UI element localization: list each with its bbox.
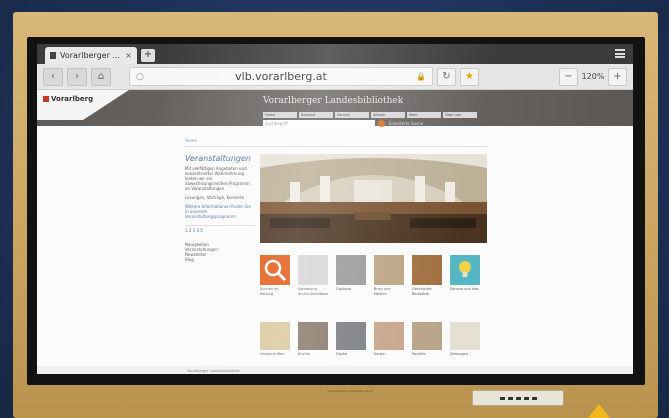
zoom-out-button[interactable]: −: [559, 67, 578, 86]
events-pager[interactable]: 1 2 3 4 5: [185, 225, 255, 233]
monitor-chin-text: Vorarlberger Landesbibliothek: [327, 389, 373, 393]
tile-caption: Porträts: [412, 352, 426, 356]
logo-text: Vorarlberg: [51, 95, 94, 103]
history-tile-image: [412, 255, 442, 285]
laptop-tile-image: [336, 322, 366, 350]
breadcrumb[interactable]: Home: [185, 138, 197, 143]
map-tile-image: [374, 322, 404, 350]
lightbulb-icon: [459, 261, 471, 277]
tiles-row-2: Handschriften Bücher Digital Karten Port…: [260, 322, 480, 357]
page-footer: [37, 366, 633, 374]
favicon-icon: [50, 52, 56, 59]
events-link[interactable]: Weitere Informationen finden Sie in unse…: [185, 204, 255, 219]
main-nav: Home Bestand Service Wissen Mehr Über un…: [263, 112, 477, 118]
events-link-text[interactable]: Weitere Informationen finden Sie in unse…: [185, 204, 251, 219]
web-page: Vorarlberg Vorarlberger Landesbibliothek…: [37, 90, 633, 374]
zoom-controls: − 120% +: [559, 67, 627, 86]
tile[interactable]: Handschriften: [260, 322, 290, 357]
footer-text: Vorarlberger Landesbibliothek: [187, 369, 240, 373]
coat-of-arms-icon: [43, 96, 49, 102]
keyboard-tile-image: [298, 255, 328, 285]
forward-button[interactable]: ›: [67, 67, 87, 86]
tile[interactable]: Service und Info: [450, 255, 480, 296]
control-button[interactable]: [523, 396, 529, 400]
tile-caption: Zeitungen: [450, 352, 468, 356]
nav-item[interactable]: Über uns: [443, 112, 477, 118]
close-tab-icon[interactable]: ×: [125, 51, 132, 60]
tile-caption: Digitales: [336, 287, 352, 291]
tile[interactable]: Buch und Medien: [374, 255, 404, 296]
divider: [185, 146, 487, 147]
books-row2-tile-image: [298, 322, 328, 350]
tile[interactable]: Porträts: [412, 322, 442, 357]
books-tile-image: [374, 255, 404, 285]
tile-caption: Sammlung Archiv Nachlässe: [298, 287, 328, 296]
tile-caption: Geschichte Bibliothek: [412, 287, 432, 296]
site-title: Vorarlberger Landesbibliothek: [263, 96, 404, 106]
events-paragraph: Mit vielfältigen Angeboten und konzentri…: [185, 166, 250, 191]
tile-caption: Bücher: [298, 352, 311, 356]
nav-item[interactable]: Service: [335, 112, 369, 118]
tab-bar: Vorarlberger ... × +: [37, 44, 633, 64]
portrait-tile-image: [412, 322, 442, 350]
tile-caption: Suchen im Katalog: [260, 287, 279, 296]
advanced-search-link[interactable]: Erweiterte Suche: [389, 121, 423, 126]
events-sidebar: Veranstaltungen Mit vielfältigen Angebot…: [185, 154, 255, 233]
tile-caption: Service und Info: [450, 287, 479, 291]
tile[interactable]: Digitales: [336, 255, 366, 296]
tile[interactable]: Sammlung Archiv Nachlässe: [298, 255, 328, 296]
newspaper-tile-image: [450, 322, 480, 350]
tile-caption: Buch und Medien: [374, 287, 391, 296]
home-button[interactable]: ⌂: [91, 67, 111, 86]
bookmark-star-button[interactable]: ★: [460, 67, 479, 86]
lightbulb-tile-icon: [450, 255, 480, 285]
events-heading: Veranstaltungen: [185, 154, 251, 163]
browser-tab[interactable]: Vorarlberger ... ×: [45, 47, 137, 64]
site-search-button[interactable]: [378, 120, 385, 127]
tile[interactable]: Karten: [374, 322, 404, 357]
site-logo[interactable]: Vorarlberg: [37, 90, 129, 120]
nav-item[interactable]: Bestand: [299, 112, 333, 118]
tile[interactable]: Suchen im Katalog: [260, 255, 290, 296]
nav-item[interactable]: Wissen: [371, 112, 405, 118]
site-search-input[interactable]: Suchbegriff: [263, 120, 375, 127]
tile[interactable]: Zeitungen: [450, 322, 480, 357]
browser-toolbar: ‹ › ⌂ ○ vlb.vorarlberg.at 🔒 ↻ ★ − 120% +: [37, 64, 633, 90]
sidebar-link[interactable]: Blog: [185, 257, 218, 262]
reload-button[interactable]: ↻: [437, 67, 456, 86]
nav-item[interactable]: Mehr: [407, 112, 441, 118]
zoom-level: 120%: [581, 72, 605, 81]
sidebar-links: Neuigkeiten Veranstaltungen Newsletter B…: [185, 242, 218, 262]
tile[interactable]: Digital: [336, 322, 366, 357]
nav-item[interactable]: Home: [263, 112, 297, 118]
tiles-row-1: Suchen im Katalog Sammlung Archiv Nachlä…: [260, 255, 480, 296]
control-button[interactable]: [515, 396, 521, 400]
control-button[interactable]: [507, 396, 513, 400]
events-subtext: Lesungen, Vorträge, Konzerte: [185, 195, 245, 200]
library-hall-photo: [260, 154, 487, 243]
magnifier-tile-icon: [260, 255, 290, 285]
monitor-control-panel[interactable]: [472, 390, 564, 406]
control-button[interactable]: [499, 396, 505, 400]
manuscript-tile-image: [260, 322, 290, 350]
tile-caption: Karten: [374, 352, 386, 356]
url-text: vlb.vorarlberg.at: [235, 70, 327, 83]
magnifier-icon: [264, 259, 287, 282]
control-button[interactable]: [531, 396, 537, 400]
yellow-arrow-marker: [588, 404, 610, 418]
tile-caption: Digital: [336, 352, 348, 356]
back-button[interactable]: ‹: [43, 67, 63, 86]
monitor-screen: Vorarlberger ... × + ‹ › ⌂ ○ vlb.vorarlb…: [37, 44, 633, 374]
address-bar[interactable]: ○ vlb.vorarlberg.at 🔒: [129, 67, 433, 86]
digital-tile-image: [336, 255, 366, 285]
tab-title: Vorarlberger ...: [60, 51, 121, 60]
library-hall-illustration: [260, 154, 487, 243]
site-banner: Vorarlberg Vorarlberger Landesbibliothek…: [37, 90, 633, 127]
new-tab-button[interactable]: +: [141, 49, 155, 62]
tile-caption: Handschriften: [260, 352, 285, 356]
zoom-in-button[interactable]: +: [608, 67, 627, 86]
hamburger-menu-icon[interactable]: [615, 49, 625, 58]
tile[interactable]: Bücher: [298, 322, 328, 357]
tile[interactable]: Geschichte Bibliothek: [412, 255, 442, 296]
